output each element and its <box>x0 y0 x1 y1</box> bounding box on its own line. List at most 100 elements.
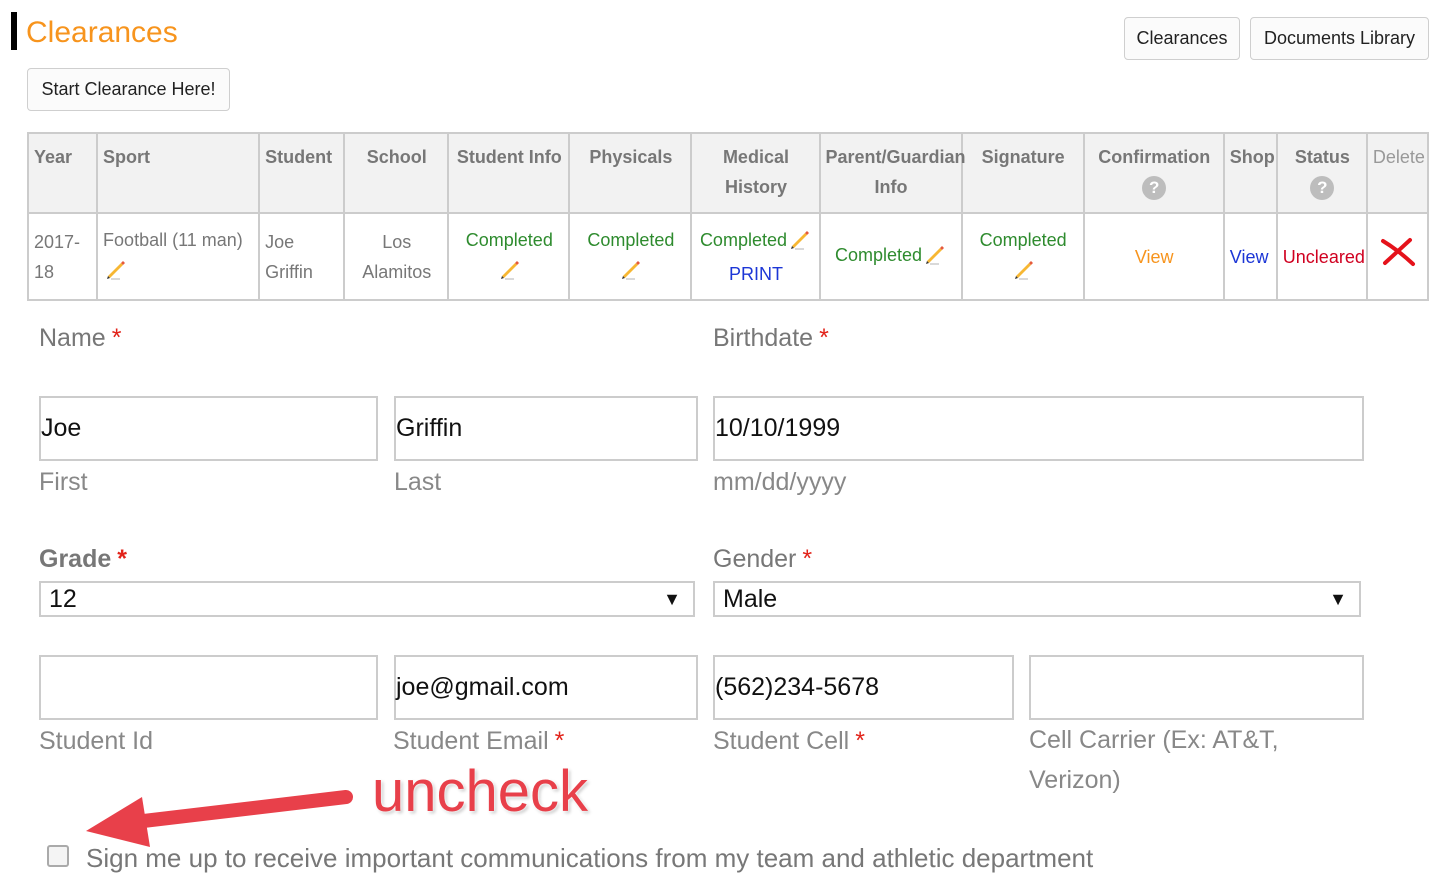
signup-checkbox[interactable] <box>47 845 69 867</box>
physicals-status[interactable]: Completed <box>587 230 674 250</box>
required-asterisk: * <box>111 324 122 352</box>
student-email-input[interactable]: joe@gmail.com <box>394 655 698 720</box>
start-clearance-button[interactable]: Start Clearance Here! <box>27 68 230 111</box>
student-id-input[interactable] <box>39 655 378 720</box>
cell-delete <box>1365 212 1430 301</box>
header-status-label: Status <box>1294 147 1350 167</box>
header-medical-history: Medical History <box>690 132 821 214</box>
confirmation-view-link[interactable]: View <box>1135 247 1174 267</box>
gender-label-text: Gender <box>713 545 797 573</box>
delete-icon[interactable] <box>1380 237 1416 276</box>
cell-carrier-caption: Cell Carrier (Ex: AT&T, Verizon) <box>1029 720 1279 800</box>
header-medical-history-line2: History <box>724 177 787 197</box>
first-name-input[interactable]: Joe <box>39 396 378 461</box>
cell-status: Uncleared <box>1275 212 1368 301</box>
window-edge-mark <box>11 12 17 50</box>
student-cell-caption-text: Student Cell <box>713 727 850 755</box>
cell-carrier-caption-line2: Verizon) <box>1029 766 1121 794</box>
cell-year: 2017- 18 <box>26 212 99 301</box>
required-asterisk: * <box>855 727 865 755</box>
school-line2: Alamitos <box>362 261 432 282</box>
header-confirmation-label: Confirmation <box>1098 147 1211 167</box>
annotation-text: uncheck <box>372 759 589 824</box>
student-cell-input[interactable]: (562)234-5678 <box>713 655 1014 720</box>
required-asterisk: * <box>117 545 127 573</box>
required-asterisk: * <box>554 727 565 755</box>
first-name-caption: First <box>39 468 88 496</box>
parent-info-status[interactable]: Completed <box>835 245 922 265</box>
year-line2: 18 <box>34 261 55 282</box>
header-student: Student <box>258 132 346 214</box>
cell-signature: Completed <box>960 212 1085 301</box>
pencil-icon[interactable] <box>106 258 128 289</box>
chevron-down-icon: ▼ <box>1329 588 1347 609</box>
pencil-icon[interactable] <box>621 258 643 289</box>
year-line1: 2017- <box>34 231 81 252</box>
student-email-caption-text: Student Email <box>393 727 549 755</box>
student-line2: Griffin <box>265 261 313 282</box>
gender-selected-value: Male <box>723 584 778 613</box>
header-parent-info: Parent/Guardian Info <box>818 132 966 214</box>
help-icon[interactable]: ? <box>1310 176 1335 200</box>
grade-label-text: Grade <box>39 545 112 573</box>
print-link[interactable]: PRINT <box>729 264 783 284</box>
student-id-caption: Student Id <box>39 727 153 755</box>
cell-sport: Football (11 man) <box>96 212 261 301</box>
header-sport: Sport <box>96 132 261 214</box>
pencil-icon[interactable] <box>500 258 522 289</box>
cell-parent-info: Completed <box>818 212 963 301</box>
gender-label: Gender * <box>713 545 812 574</box>
sport-text: Football (11 man) <box>103 229 243 250</box>
birthdate-input[interactable]: 10/10/1999 <box>713 396 1364 461</box>
page-title: Clearances <box>26 16 178 49</box>
pencil-icon[interactable] <box>790 228 812 259</box>
gender-select[interactable]: Male ▼ <box>713 581 1361 617</box>
cell-physicals: Completed <box>568 212 693 301</box>
required-asterisk: * <box>819 324 829 352</box>
student-email-caption: Student Email * <box>393 727 564 756</box>
pencil-icon[interactable] <box>1014 258 1036 289</box>
header-parent-info-line1: Parent/Guardian <box>825 147 966 167</box>
birthdate-format-caption: mm/dd/yyyy <box>713 468 847 496</box>
required-asterisk: * <box>802 545 813 573</box>
medical-history-status[interactable]: Completed <box>700 230 787 250</box>
header-school: School <box>343 132 450 214</box>
table-row: 2017- 18 Football (11 man) Joe Griffin L… <box>26 212 1430 301</box>
student-line1: Joe <box>265 231 295 252</box>
student-cell-caption: Student Cell * <box>713 727 865 756</box>
cell-student: Joe Griffin <box>258 212 346 301</box>
cell-school: Los Alamitos <box>343 212 450 301</box>
header-delete: Delete <box>1365 132 1430 214</box>
last-name-caption: Last <box>394 468 442 496</box>
name-label-text: Name <box>39 324 106 352</box>
birthdate-label: Birthdate * <box>713 324 829 353</box>
header-signature: Signature <box>960 132 1085 214</box>
cell-shop: View <box>1222 212 1278 301</box>
header-parent-info-line2: Info <box>874 177 908 197</box>
documents-library-button[interactable]: Documents Library <box>1250 17 1429 60</box>
header-shop: Shop <box>1222 132 1278 214</box>
annotation-arrow-icon <box>86 790 353 847</box>
header-confirmation: Confirmation ? <box>1082 132 1225 214</box>
header-student-info: Student Info <box>447 132 571 214</box>
status-badge: Uncleared <box>1282 246 1365 267</box>
signature-status[interactable]: Completed <box>980 230 1067 250</box>
shop-view-link[interactable]: View <box>1230 247 1269 267</box>
header-status: Status ? <box>1275 132 1368 214</box>
grade-label: Grade * <box>39 545 127 574</box>
birthdate-label-text: Birthdate <box>713 324 814 352</box>
grade-select[interactable]: 12 ▼ <box>39 581 695 617</box>
header-medical-history-line1: Medical <box>722 147 789 167</box>
cell-confirmation: View <box>1082 212 1225 301</box>
clearances-button[interactable]: Clearances <box>1124 17 1240 60</box>
cell-carrier-input[interactable] <box>1029 655 1364 720</box>
chevron-down-icon: ▼ <box>663 588 681 609</box>
clearances-table: Year Sport Student School Student Info P… <box>26 132 1430 301</box>
cell-medical-history: Completed PRINT <box>690 212 821 301</box>
header-year: Year <box>26 132 99 214</box>
student-info-status[interactable]: Completed <box>466 230 553 250</box>
pencil-icon[interactable] <box>925 243 947 274</box>
last-name-input[interactable]: Griffin <box>394 396 698 461</box>
cell-carrier-caption-line1: Cell Carrier (Ex: AT&T, <box>1029 726 1279 754</box>
help-icon[interactable]: ? <box>1142 176 1167 200</box>
